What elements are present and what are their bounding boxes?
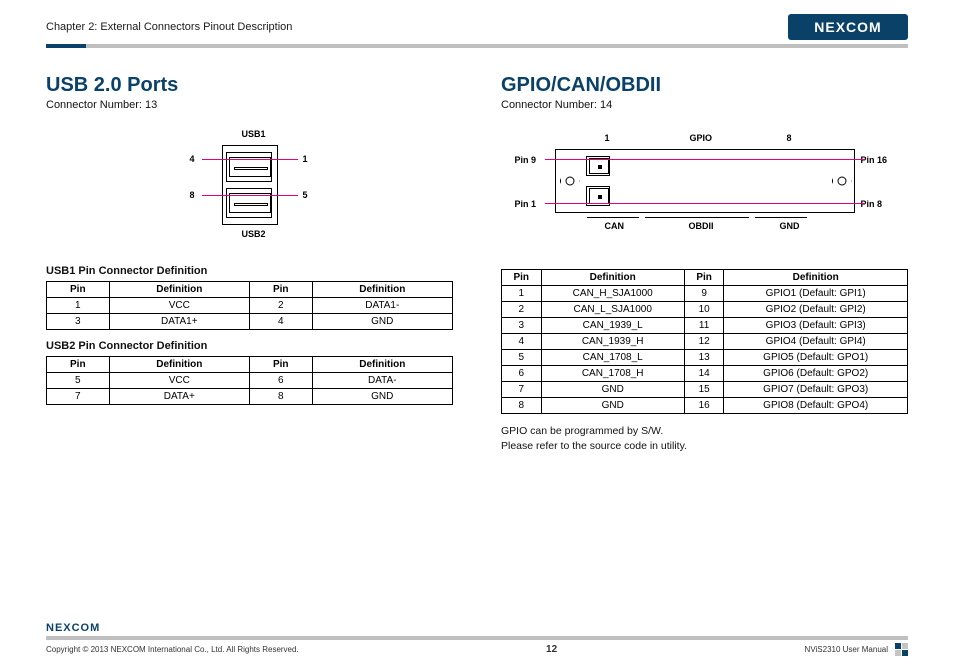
usb-line-2: [202, 195, 298, 196]
gpio-line-top: [545, 159, 865, 160]
logo-text: NEXCOM: [814, 19, 881, 35]
table-row: 2CAN_L_SJA100010GPIO2 (Default: GPI2): [502, 302, 908, 318]
usb2-table: Pin Definition Pin Definition 5VCC 6DATA…: [46, 356, 453, 405]
th: Pin: [502, 270, 542, 286]
gpio-title: GPIO/CAN/OBDII: [501, 74, 908, 97]
gpio-top-label: GPIO: [690, 133, 713, 143]
page-header: Chapter 2: External Connectors Pinout De…: [0, 0, 954, 40]
gpio-note2: Please refer to the source code in utili…: [501, 439, 908, 454]
usb1-port: [226, 152, 272, 182]
gpio-pin9: Pin 9: [515, 155, 537, 165]
th: Definition: [109, 282, 249, 298]
usb2-table-caption: USB2 Pin Connector Definition: [46, 340, 453, 352]
gpio-can: CAN: [605, 221, 625, 231]
usb-section: USB 2.0 Ports Connector Number: 13 USB1 …: [46, 74, 453, 453]
th: Pin: [47, 357, 110, 373]
gpio-top-8: 8: [787, 133, 792, 143]
rule-accent: [46, 44, 86, 48]
manual-name: NViS2310 User Manual: [805, 645, 888, 654]
th: Pin: [249, 282, 312, 298]
footer-rule-gray: [46, 636, 908, 640]
usb-pin-8: 8: [190, 190, 195, 200]
usb2-port: [226, 188, 272, 218]
under-gnd: [755, 217, 807, 218]
usb1-label: USB1: [242, 129, 266, 139]
chapter-title: Chapter 2: External Connectors Pinout De…: [46, 21, 788, 33]
table-row: 3DATA1+ 4GND: [47, 314, 453, 330]
th: Definition: [724, 270, 908, 286]
table-row: 3CAN_1939_L11GPIO3 (Default: GPI3): [502, 318, 908, 334]
usb-pin-5: 5: [303, 190, 308, 200]
gpio-connector-number: Connector Number: 14: [501, 99, 908, 111]
usb1-table: Pin Definition Pin Definition 1VCC 2DATA…: [46, 281, 453, 330]
gpio-top-1: 1: [605, 133, 610, 143]
usb2-inner: [229, 193, 271, 213]
usb1-inner: [229, 157, 271, 177]
usb-connector-box: [222, 145, 278, 225]
page-content: USB 2.0 Ports Connector Number: 13 USB1 …: [0, 48, 954, 453]
gpio-pin16: Pin 16: [861, 155, 888, 165]
gpio-pin1: Pin 1: [515, 199, 537, 209]
th: Pin: [47, 282, 110, 298]
th: Pin: [684, 270, 724, 286]
header-rule: [46, 44, 908, 48]
th: Definition: [109, 357, 249, 373]
table-row: 6CAN_1708_H14GPIO6 (Default: GPO2): [502, 366, 908, 382]
table-row: 7DATA+ 8GND: [47, 389, 453, 405]
gpio-obdii: OBDII: [689, 221, 714, 231]
table-row: 4CAN_1939_H12GPIO4 (Default: GPI4): [502, 334, 908, 350]
th: Definition: [541, 270, 684, 286]
gpio-line-bot: [545, 203, 865, 204]
hex-right-icon: [832, 170, 852, 192]
table-row: 1CAN_H_SJA10009GPIO1 (Default: GPI1): [502, 286, 908, 302]
gpio-pin8: Pin 8: [861, 199, 883, 209]
gpio-diagram: 1 GPIO 8 Pin 9 Pin 16 Pin 1 Pin 8: [505, 125, 905, 255]
usb-diagram: USB1 4 1 8 5 USB2: [150, 125, 350, 245]
gpio-note1: GPIO can be programmed by S/W.: [501, 424, 908, 439]
footer-rule: [46, 636, 908, 640]
table-row: 7GND15GPIO7 (Default: GPO3): [502, 382, 908, 398]
under-can: [587, 217, 639, 218]
hex-left-icon: [560, 170, 580, 192]
usb2-label: USB2: [242, 229, 266, 239]
usb1-table-caption: USB1 Pin Connector Definition: [46, 265, 453, 277]
table-row: 1VCC 2DATA1-: [47, 298, 453, 314]
table-row: 5VCC 6DATA-: [47, 373, 453, 389]
gpio-gnd: GND: [780, 221, 800, 231]
gpio-section: GPIO/CAN/OBDII Connector Number: 14 1 GP…: [501, 74, 908, 453]
footer-squares-icon: [894, 642, 908, 656]
usb-line-1: [202, 159, 298, 160]
nexcom-logo-bottom: NEXCOM: [46, 622, 908, 634]
under-obdii: [645, 217, 749, 218]
table-row: 8GND16GPIO8 (Default: GPO4): [502, 398, 908, 414]
nexcom-logo-top: NEXCOM: [788, 14, 908, 40]
usb-pin-1: 1: [303, 154, 308, 164]
rule-gray: [86, 44, 908, 48]
page-number: 12: [299, 644, 805, 655]
table-row: 5CAN_1708_L13GPIO5 (Default: GPO1): [502, 350, 908, 366]
usb-title: USB 2.0 Ports: [46, 74, 453, 97]
page-footer: NEXCOM Copyright © 2013 NEXCOM Internati…: [46, 622, 908, 656]
th: Pin: [249, 357, 312, 373]
usb-pin-4: 4: [190, 154, 195, 164]
gpio-table: Pin Definition Pin Definition 1CAN_H_SJA…: [501, 269, 908, 414]
th: Definition: [312, 282, 452, 298]
usb-connector-number: Connector Number: 13: [46, 99, 453, 111]
copyright-text: Copyright © 2013 NEXCOM International Co…: [46, 645, 299, 654]
th: Definition: [312, 357, 452, 373]
